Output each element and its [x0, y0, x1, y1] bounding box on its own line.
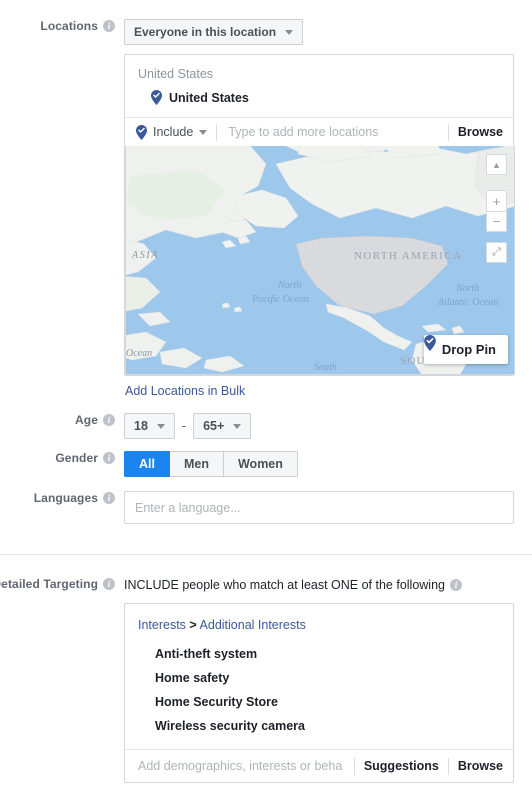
detailed-targeting-footer: Suggestions Browse	[125, 749, 513, 782]
info-icon[interactable]: i	[450, 579, 462, 591]
add-location-input[interactable]	[226, 124, 439, 140]
chevron-down-icon	[285, 29, 294, 35]
detailed-targeting-heading-row: INCLUDE people who match at least ONE of…	[124, 577, 532, 592]
breadcrumb: Interests > Additional Interests	[125, 604, 513, 632]
locations-section: Locations i Everyone in this location Un…	[0, 0, 532, 400]
location-group-title: United States	[138, 67, 214, 81]
include-dropdown[interactable]: Include	[136, 124, 208, 140]
selected-location-name: United States	[169, 90, 249, 105]
gender-label: Gender	[55, 451, 98, 465]
breadcrumb-child[interactable]: Additional Interests	[200, 618, 306, 632]
list-item[interactable]: Wireless security camera	[155, 714, 500, 738]
chevron-down-icon	[233, 423, 242, 429]
location-scope-dropdown[interactable]: Everyone in this location	[124, 19, 304, 45]
map-controls: ▲ + − ⤢	[486, 154, 507, 263]
age-range-controls: 18 - 65+	[124, 413, 532, 439]
info-icon[interactable]: i	[103, 20, 115, 32]
zoom-in-button[interactable]: +	[486, 190, 507, 211]
languages-section: Languages i	[0, 491, 532, 524]
info-icon[interactable]: i	[103, 452, 115, 464]
gender-option-all[interactable]: All	[124, 451, 170, 477]
locations-browse-button[interactable]: Browse	[458, 125, 503, 139]
drop-pin-label: Drop Pin	[441, 342, 496, 357]
languages-field	[124, 491, 532, 524]
svg-text:Atlantic Ocean: Atlantic Ocean	[437, 297, 498, 308]
age-section: Age i 18 - 65+	[0, 413, 532, 439]
compass-icon[interactable]: ▲	[486, 154, 507, 175]
languages-input[interactable]	[124, 491, 514, 524]
gender-option-men[interactable]: Men	[169, 451, 224, 477]
breadcrumb-separator: >	[189, 618, 197, 632]
info-icon[interactable]: i	[103, 414, 115, 426]
interest-list: Anti-theft system Home safety Home Secur…	[125, 632, 513, 749]
gender-field: All Men Women	[124, 451, 532, 477]
chevron-down-icon	[199, 129, 208, 135]
selected-location-item[interactable]: United States	[125, 81, 513, 117]
svg-text:Ocean: Ocean	[126, 348, 152, 359]
svg-text:North: North	[455, 283, 479, 294]
suggestions-button[interactable]: Suggestions	[364, 759, 439, 773]
chevron-down-icon	[156, 423, 165, 429]
languages-label-col: Languages i	[0, 491, 124, 505]
detailed-targeting-field: INCLUDE people who match at least ONE of…	[124, 577, 532, 783]
detailed-targeting-label: Detailed Targeting	[0, 577, 98, 591]
detailed-targeting-section: Detailed Targeting i INCLUDE people who …	[0, 577, 532, 783]
age-label-col: Age i	[0, 413, 124, 427]
expand-icon[interactable]: ⤢	[486, 242, 507, 263]
locations-label-col: Locations i	[0, 19, 124, 33]
gender-option-women[interactable]: Women	[223, 451, 298, 477]
svg-text:South: South	[314, 362, 337, 373]
location-map[interactable]: ASIA NORTH AMERICA North Pacific Ocean N…	[125, 146, 515, 375]
info-icon[interactable]: i	[103, 492, 115, 504]
age-min-value: 18	[134, 419, 148, 433]
add-locations-in-bulk-link[interactable]: Add Locations in Bulk	[125, 384, 245, 398]
svg-text:Pacific Ocean: Pacific Ocean	[251, 294, 309, 305]
detailed-targeting-input[interactable]	[136, 758, 345, 774]
age-field: 18 - 65+	[124, 413, 532, 439]
drop-pin-button[interactable]: Drop Pin	[423, 335, 508, 364]
list-item[interactable]: Home Security Store	[155, 690, 500, 714]
detailed-targeting-heading: INCLUDE people who match at least ONE of…	[124, 578, 445, 592]
location-scope-value: Everyone in this location	[134, 25, 277, 39]
locations-box: United States United States Include Type…	[124, 54, 515, 376]
age-range-separator: -	[181, 419, 187, 433]
detailed-targeting-box: Interests > Additional Interests Anti-th…	[124, 603, 514, 783]
include-label: Include	[153, 125, 194, 139]
svg-text:North: North	[277, 280, 301, 291]
age-max-value: 65+	[203, 419, 225, 433]
locations-label: Locations	[40, 19, 98, 33]
ad-targeting-form: Locations i Everyone in this location Un…	[0, 0, 532, 807]
map-pin-icon	[151, 90, 162, 105]
divider	[216, 123, 218, 141]
breadcrumb-root[interactable]: Interests	[138, 618, 186, 632]
svg-text:ASIA: ASIA	[131, 250, 159, 261]
age-min-dropdown[interactable]: 18	[124, 413, 175, 439]
list-item[interactable]: Anti-theft system	[155, 642, 500, 666]
map-pin-icon	[136, 124, 147, 140]
location-include-row: Include Browse	[125, 117, 513, 146]
divider	[353, 757, 355, 775]
age-max-dropdown[interactable]: 65+	[193, 413, 252, 439]
detailed-targeting-browse-button[interactable]: Browse	[458, 759, 503, 773]
locations-field: Everyone in this location United States …	[124, 19, 532, 400]
divider	[447, 757, 449, 775]
list-item[interactable]: Home safety	[155, 666, 500, 690]
age-label: Age	[75, 413, 98, 427]
svg-text:NORTH AMERICA: NORTH AMERICA	[354, 250, 462, 262]
gender-section: Gender i All Men Women	[0, 451, 532, 477]
divider	[447, 123, 449, 141]
zoom-out-button[interactable]: −	[486, 211, 507, 232]
info-icon[interactable]: i	[103, 578, 115, 590]
gender-label-col: Gender i	[0, 451, 124, 465]
gender-toggle-group: All Men Women	[124, 451, 298, 477]
languages-label: Languages	[33, 491, 98, 505]
detailed-targeting-label-col: Detailed Targeting i	[0, 577, 124, 591]
section-divider	[0, 554, 532, 555]
